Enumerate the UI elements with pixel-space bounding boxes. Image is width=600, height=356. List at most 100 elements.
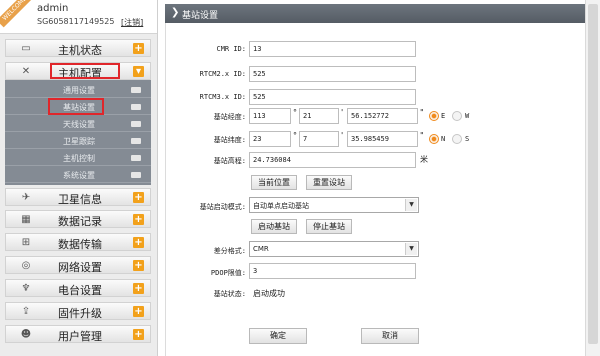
nav-item-network[interactable]: ◎ 网络设置 + [5, 256, 151, 274]
minus-icon [131, 121, 141, 127]
submenu-item-antenna[interactable]: 天线设置 [5, 116, 151, 132]
radio-tower-icon: ♆ [21, 283, 31, 294]
nav-item-firmware[interactable]: ⇪ 固件升级 + [5, 302, 151, 320]
longitude-label: 基站经度: [213, 113, 246, 121]
east-radio[interactable] [429, 111, 439, 121]
minus-icon [131, 138, 141, 144]
north-radio[interactable] [429, 134, 439, 144]
rtcm2-id-label: RTCM2.x ID: [199, 70, 246, 78]
nav-item-label: 电台设置 [58, 284, 102, 297]
nav-item-label: 用户管理 [58, 330, 102, 343]
diff-format-select[interactable]: CMR ▼ [249, 241, 419, 257]
expand-icon[interactable]: + [133, 237, 144, 248]
start-mode-value: 自动单点启动基站 [253, 202, 309, 210]
south-label: S [465, 135, 470, 143]
reset-station-button[interactable]: 重置设站 [306, 175, 352, 190]
nav-item-label: 卫星信息 [58, 193, 102, 206]
submenu-item-label: 天线设置 [63, 120, 95, 129]
current-position-button[interactable]: 当前位置 [251, 175, 297, 190]
expand-icon[interactable]: + [133, 214, 144, 225]
calendar-icon: ▦ [21, 214, 31, 225]
nav-item-satellite-info[interactable]: ✈ 卫星信息 + [5, 188, 151, 206]
rtcm2-id-input[interactable]: 525 [249, 66, 416, 82]
nav-item-host-status[interactable]: ▭ 主机状态 + [5, 39, 151, 57]
nav-item-user-management[interactable]: ☻ 用户管理 + [5, 325, 151, 343]
expand-icon[interactable]: + [133, 260, 144, 271]
longitude-minutes-input[interactable]: 21 [299, 108, 339, 124]
north-label: N [441, 135, 446, 143]
pdop-label: PDOP限值: [210, 269, 246, 277]
expand-icon[interactable]: + [133, 306, 144, 317]
cmr-id-input[interactable]: 13 [249, 41, 416, 57]
highlight-box [50, 63, 120, 79]
south-radio[interactable] [452, 134, 462, 144]
submenu-item-label: 卫星跟踪 [63, 137, 95, 146]
confirm-button[interactable]: 确定 [249, 328, 307, 344]
latitude-minutes-input[interactable]: 7 [299, 131, 339, 147]
submenu-item-system[interactable]: 系统设置 [5, 167, 151, 183]
chevron-down-icon: ▼ [405, 199, 417, 211]
nav-item-label: 数据记录 [58, 215, 102, 228]
cancel-button[interactable]: 取消 [361, 328, 419, 344]
start-station-button[interactable]: 启动基站 [251, 219, 297, 234]
nav-item-label: 主机状态 [58, 44, 102, 57]
nav-item-label: 固件升级 [58, 307, 102, 320]
altitude-unit: 米 [420, 155, 428, 164]
degree-mark: ° [293, 131, 297, 140]
submenu-item-label: 系统设置 [63, 171, 95, 180]
submenu-item-label: 通用设置 [63, 86, 95, 95]
nav-item-host-config[interactable]: ✕ 主机配置 ▾ [5, 62, 151, 80]
expand-icon[interactable]: + [133, 192, 144, 203]
latitude-degrees-input[interactable]: 23 [249, 131, 291, 147]
station-status-value: 启动成功 [253, 289, 285, 298]
submenu-item-satellite-tracking[interactable]: 卫星跟踪 [5, 133, 151, 149]
logout-link[interactable]: [注销] [121, 17, 143, 28]
minus-icon [131, 155, 141, 161]
west-label: W [465, 112, 470, 120]
submenu-item-label: 主机控制 [63, 154, 95, 163]
submenu-item-host-control[interactable]: 主机控制 [5, 150, 151, 166]
longitude-degrees-input[interactable]: 113 [249, 108, 291, 124]
user-panel: WELCOME admin SG6058117149525 [注销] [0, 0, 157, 34]
minus-icon [131, 172, 141, 178]
scrollbar-thumb[interactable] [588, 4, 598, 344]
latitude-label: 基站纬度: [213, 136, 246, 144]
main-panel: ❯ 基站设置 CMR ID: 13 RTCM2.x ID: 525 RTCM3.… [165, 0, 585, 356]
upgrade-icon: ⇪ [21, 306, 31, 317]
highlight-box [48, 98, 104, 115]
network-icon: ⊞ [21, 237, 31, 248]
nav-item-radio[interactable]: ♆ 电台设置 + [5, 279, 151, 297]
stop-station-button[interactable]: 停止基站 [306, 219, 352, 234]
rtcm3-id-input[interactable]: 525 [249, 89, 416, 105]
satellite-icon: ✈ [21, 192, 31, 203]
latitude-seconds-input[interactable]: 35.985459 [347, 131, 418, 147]
diff-format-value: CMR [253, 245, 269, 253]
page-scrollbar[interactable] [585, 0, 600, 356]
longitude-seconds-input[interactable]: 56.152772 [347, 108, 418, 124]
rtcm3-id-label: RTCM3.x ID: [199, 93, 246, 101]
welcome-ribbon: WELCOME [0, 0, 34, 28]
base-station-form: CMR ID: 13 RTCM2.x ID: 525 RTCM3.x ID: 5… [165, 23, 585, 356]
cmr-id-label: CMR ID: [216, 45, 246, 53]
start-mode-select[interactable]: 自动单点启动基站 ▼ [249, 197, 419, 213]
west-radio[interactable] [452, 111, 462, 121]
collapse-icon[interactable]: ▾ [133, 66, 144, 77]
expand-icon[interactable]: + [133, 329, 144, 340]
start-mode-label: 基站启动模式: [199, 203, 246, 211]
user-icon: ☻ [20, 329, 32, 340]
altitude-input[interactable]: 24.736084 [249, 152, 416, 168]
nav-item-data-transfer[interactable]: ⊞ 数据传输 + [5, 233, 151, 251]
expand-icon[interactable]: + [133, 43, 144, 54]
expand-icon[interactable]: + [133, 283, 144, 294]
chevron-down-icon: ▼ [405, 243, 417, 255]
pdop-input[interactable]: 3 [249, 263, 416, 279]
east-label: E [441, 112, 446, 120]
submenu-item-general[interactable]: 通用设置 [5, 82, 151, 98]
tools-icon: ✕ [21, 66, 31, 77]
page-title: 基站设置 [182, 11, 219, 21]
second-mark: " [420, 108, 424, 117]
submenu-item-base-station[interactable]: 基站设置 [5, 98, 151, 115]
page-title-bar: ❯ 基站设置 [165, 4, 585, 23]
nav-item-data-record[interactable]: ▦ 数据记录 + [5, 210, 151, 228]
globe-icon: ◎ [21, 260, 31, 271]
